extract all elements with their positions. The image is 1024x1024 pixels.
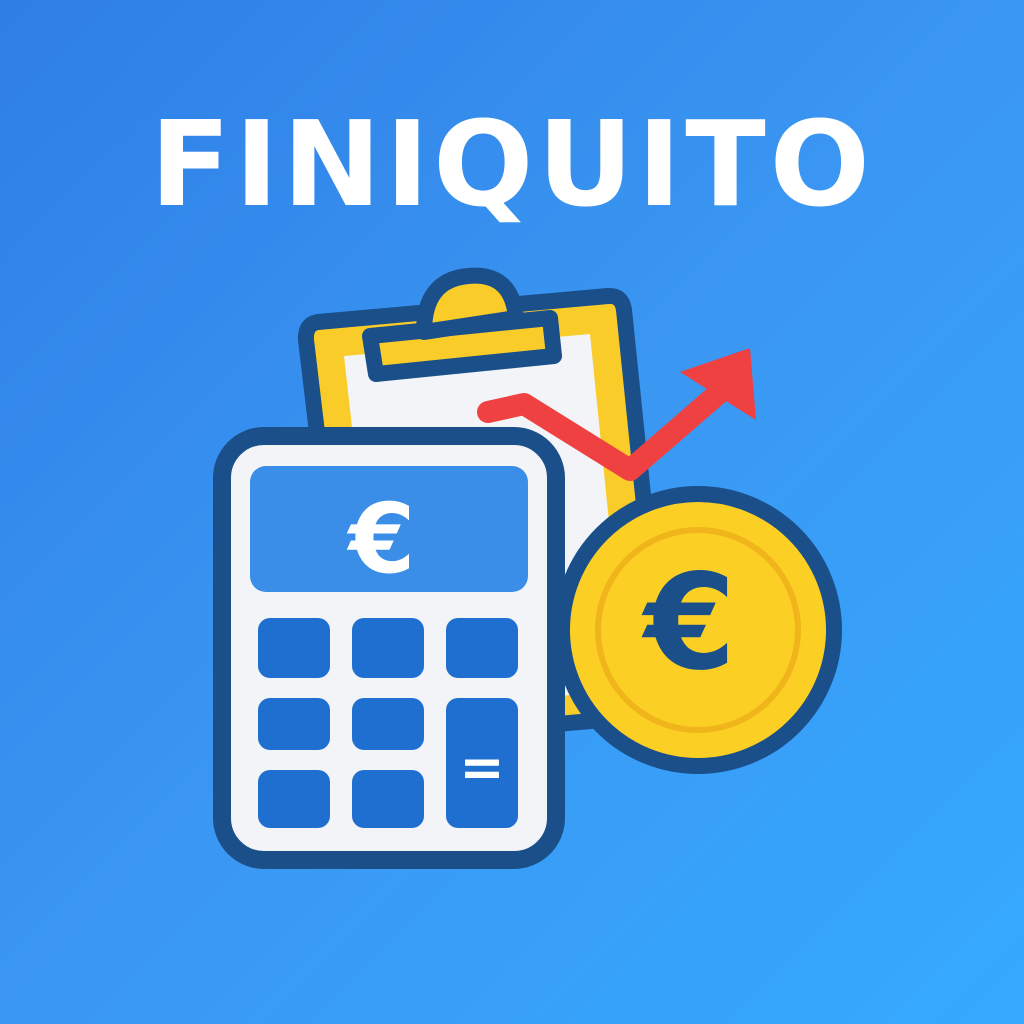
- euro-coin-icon: €: [554, 486, 842, 774]
- calculator-icon: € =: [213, 427, 565, 869]
- calculator-key: [352, 618, 424, 678]
- display-euro-symbol: €: [347, 483, 416, 595]
- app-icon: FINIQUITO € € =: [0, 0, 1024, 1024]
- finiquito-illustration: € € =: [213, 267, 842, 869]
- calculator-key: [446, 618, 518, 678]
- calculator-key: [352, 698, 424, 750]
- coin-euro-symbol: €: [641, 546, 736, 700]
- equals-symbol: =: [459, 736, 504, 799]
- calculator-key: [352, 770, 424, 828]
- calculator-key: [258, 770, 330, 828]
- calculator-key: [258, 618, 330, 678]
- calculator-key: [258, 698, 330, 750]
